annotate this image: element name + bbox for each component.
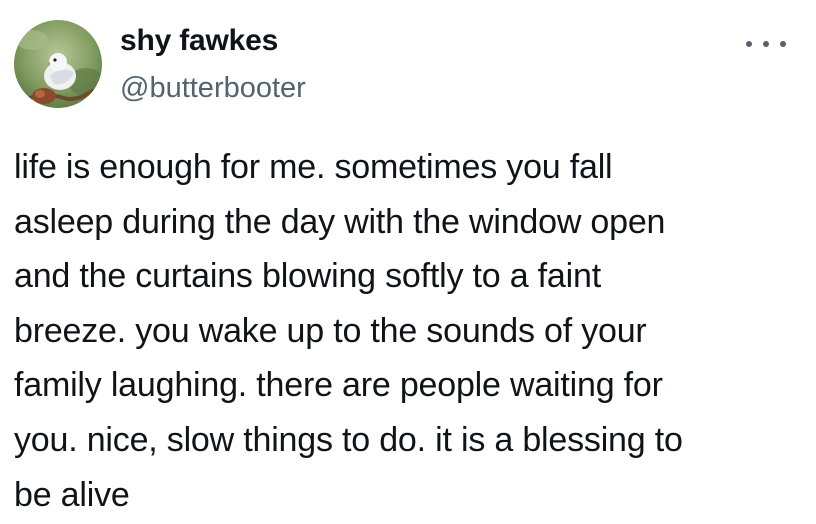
author-info: shy fawkes @butterbooter [120,22,306,106]
user-handle[interactable]: @butterbooter [120,70,306,106]
more-options-button[interactable] [746,34,786,54]
avatar[interactable] [14,20,102,108]
display-name[interactable]: shy fawkes [120,22,306,60]
tweet-card: shy fawkes @butterbooter life is enough … [0,0,816,524]
more-horizontal-icon [746,41,752,47]
tweet-text: life is enough for me. sometimes you fal… [14,148,683,514]
dove-avatar-icon [14,20,102,108]
more-horizontal-icon [780,41,786,47]
more-horizontal-icon [763,41,769,47]
